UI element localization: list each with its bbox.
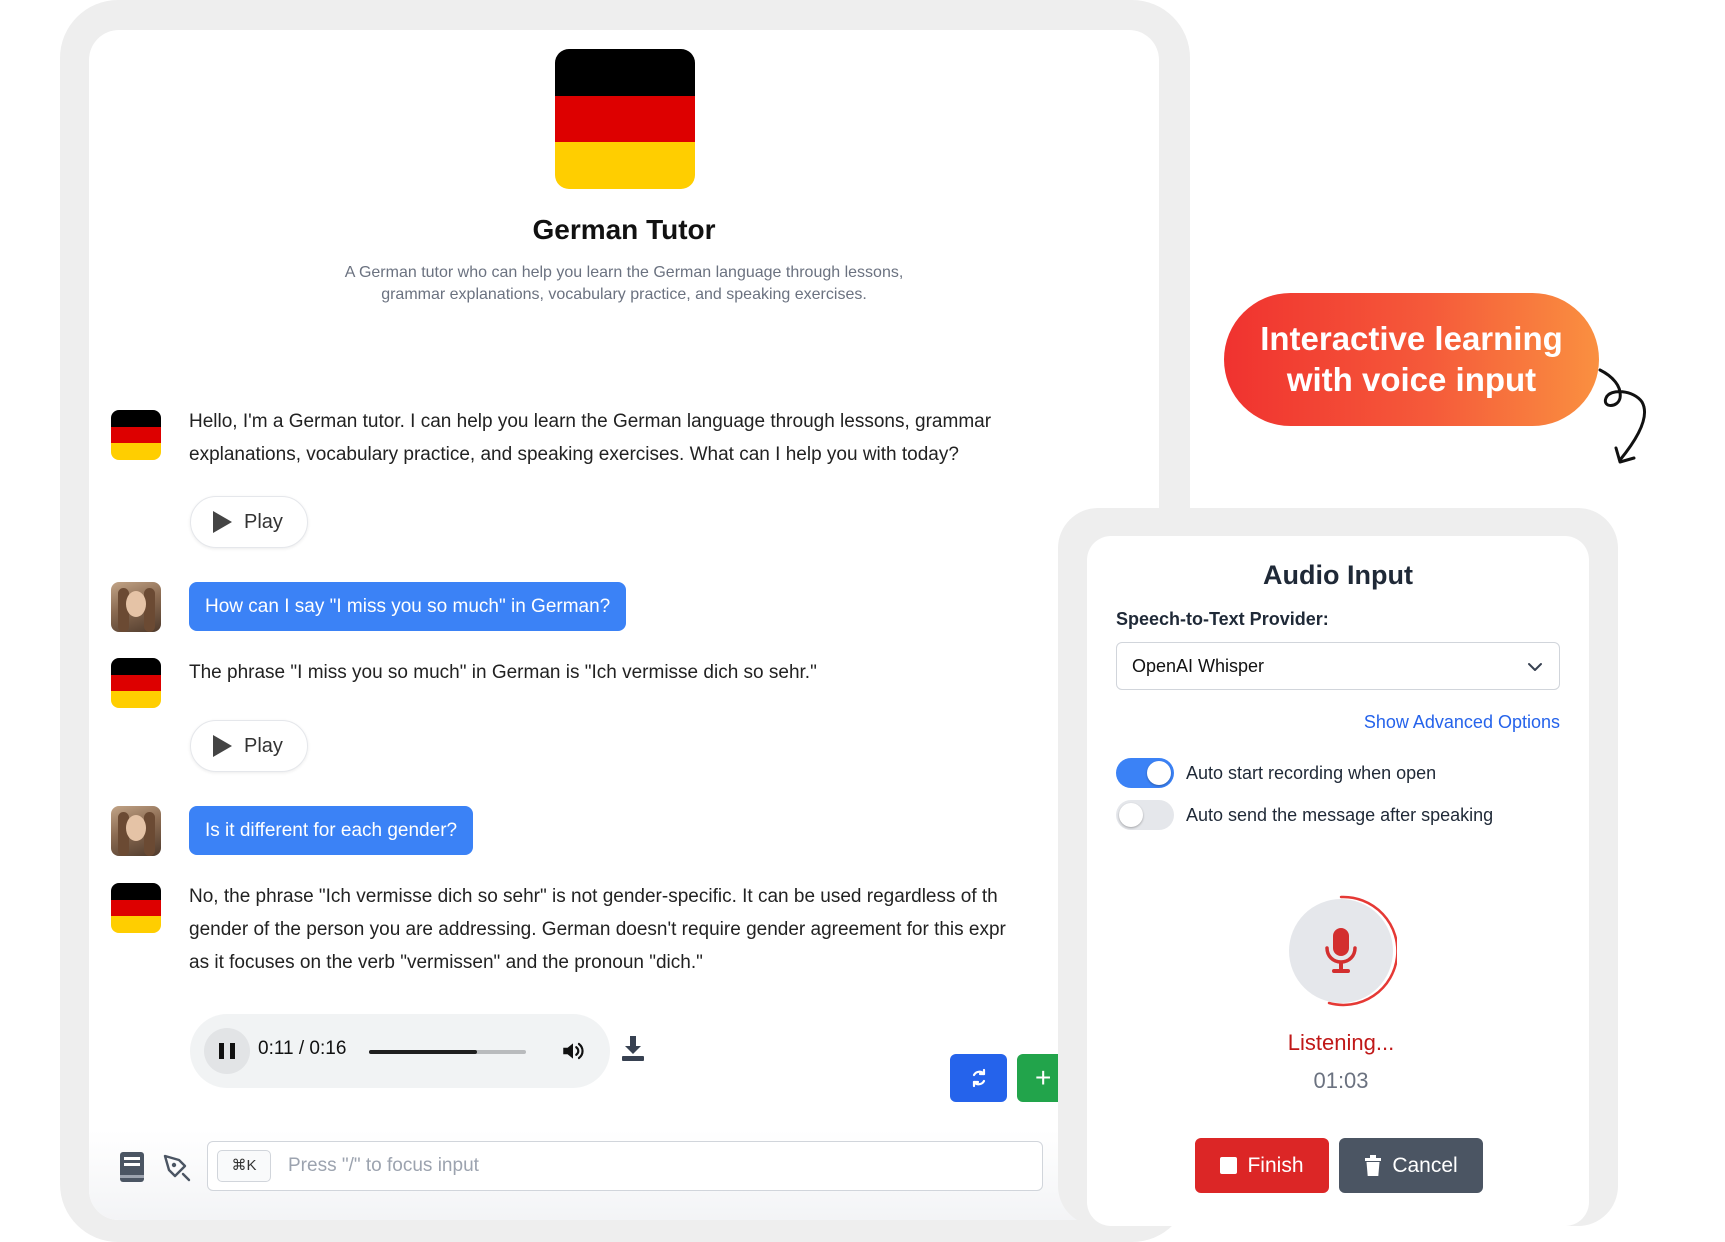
- shortcut-badge: ⌘K: [217, 1150, 271, 1182]
- audio-progress-slider[interactable]: [369, 1050, 526, 1054]
- message-line: Hello, I'm a German tutor. I can help yo…: [189, 411, 992, 432]
- audio-progress-fill: [369, 1050, 477, 1054]
- user-avatar: [111, 582, 161, 632]
- play-label: Play: [244, 510, 283, 533]
- tutor-title: German Tutor: [532, 214, 716, 245]
- feature-callout: Interactive learning with voice input: [1224, 293, 1599, 426]
- pen-icon[interactable]: [161, 1152, 193, 1184]
- callout-line: Interactive learning: [1260, 320, 1563, 357]
- message-line: as it focuses on the verb "vermissen" an…: [189, 952, 703, 973]
- cancel-button[interactable]: Cancel: [1339, 1138, 1483, 1193]
- tutor-avatar: [111, 658, 161, 708]
- play-icon: [213, 511, 232, 533]
- play-button[interactable]: Play: [190, 496, 308, 548]
- audio-input-dialog: Audio Input Speech-to-Text Provider: Ope…: [1087, 536, 1589, 1226]
- play-icon: [213, 735, 232, 757]
- chevron-down-icon: [1528, 663, 1542, 671]
- tutor-avatar: [111, 883, 161, 933]
- finish-label: Finish: [1247, 1153, 1304, 1177]
- message-input[interactable]: [288, 1142, 1028, 1190]
- finish-button[interactable]: Finish: [1195, 1138, 1329, 1193]
- volume-icon[interactable]: [560, 1038, 586, 1064]
- show-advanced-options-link[interactable]: Show Advanced Options: [1364, 712, 1560, 733]
- trash-icon: [1365, 1154, 1382, 1176]
- assistant-message: The phrase "I miss you so much" in Germa…: [189, 656, 817, 689]
- user-message: Is it different for each gender?: [189, 806, 474, 855]
- provider-select[interactable]: OpenAI Whisper: [1116, 642, 1560, 690]
- stop-icon: [1220, 1157, 1238, 1174]
- audio-player: 0:11 / 0:16: [190, 1014, 610, 1088]
- refresh-icon: [972, 1068, 985, 1088]
- message-line: No, the phrase "Ich vermisse dich so seh…: [189, 886, 998, 907]
- play-label: Play: [244, 734, 283, 757]
- tutor-description: A German tutor who can help you learn th…: [344, 264, 904, 303]
- provider-value: OpenAI Whisper: [1132, 656, 1265, 676]
- tutor-avatar: [111, 410, 161, 460]
- pause-icon: [219, 1043, 224, 1059]
- recording-timer: 01:03: [1313, 1068, 1369, 1093]
- microphone-icon: [1325, 928, 1357, 973]
- pause-button[interactable]: [204, 1028, 250, 1074]
- user-message: How can I say "I miss you so much" in Ge…: [189, 582, 627, 631]
- assistant-message: Hello, I'm a German tutor. I can help yo…: [189, 405, 991, 471]
- provider-label: Speech-to-Text Provider:: [1116, 609, 1329, 629]
- book-icon[interactable]: [118, 1150, 148, 1184]
- play-button[interactable]: Play: [190, 720, 308, 772]
- tutor-flag-icon: [555, 49, 695, 189]
- message-line: The phrase "I miss you so much" in Germa…: [189, 662, 817, 683]
- download-icon[interactable]: [620, 1034, 646, 1062]
- recording-status: Listening...: [1287, 1030, 1395, 1055]
- chat-panel: German Tutor A German tutor who can help…: [89, 30, 1159, 1220]
- regenerate-button[interactable]: [950, 1054, 1007, 1102]
- dialog-title: Audio Input: [1263, 560, 1413, 590]
- audio-time: 0:11 / 0:16: [258, 1038, 347, 1059]
- cancel-label: Cancel: [1392, 1153, 1458, 1177]
- auto-start-label: Auto start recording when open: [1186, 763, 1437, 783]
- message-line: gender of the person you are addressing.…: [189, 919, 1006, 940]
- user-avatar: [111, 806, 161, 856]
- auto-send-label: Auto send the message after speaking: [1186, 805, 1494, 825]
- auto-start-toggle[interactable]: [1116, 758, 1174, 788]
- auto-send-toggle[interactable]: [1116, 800, 1174, 830]
- curly-arrow-icon: [1598, 368, 1647, 464]
- assistant-message: No, the phrase "Ich vermisse dich so seh…: [189, 880, 1006, 979]
- callout-line: with voice input: [1286, 361, 1537, 398]
- message-line: explanations, vocabulary practice, and s…: [189, 444, 959, 465]
- message-input-box: ⌘K: [207, 1141, 1043, 1191]
